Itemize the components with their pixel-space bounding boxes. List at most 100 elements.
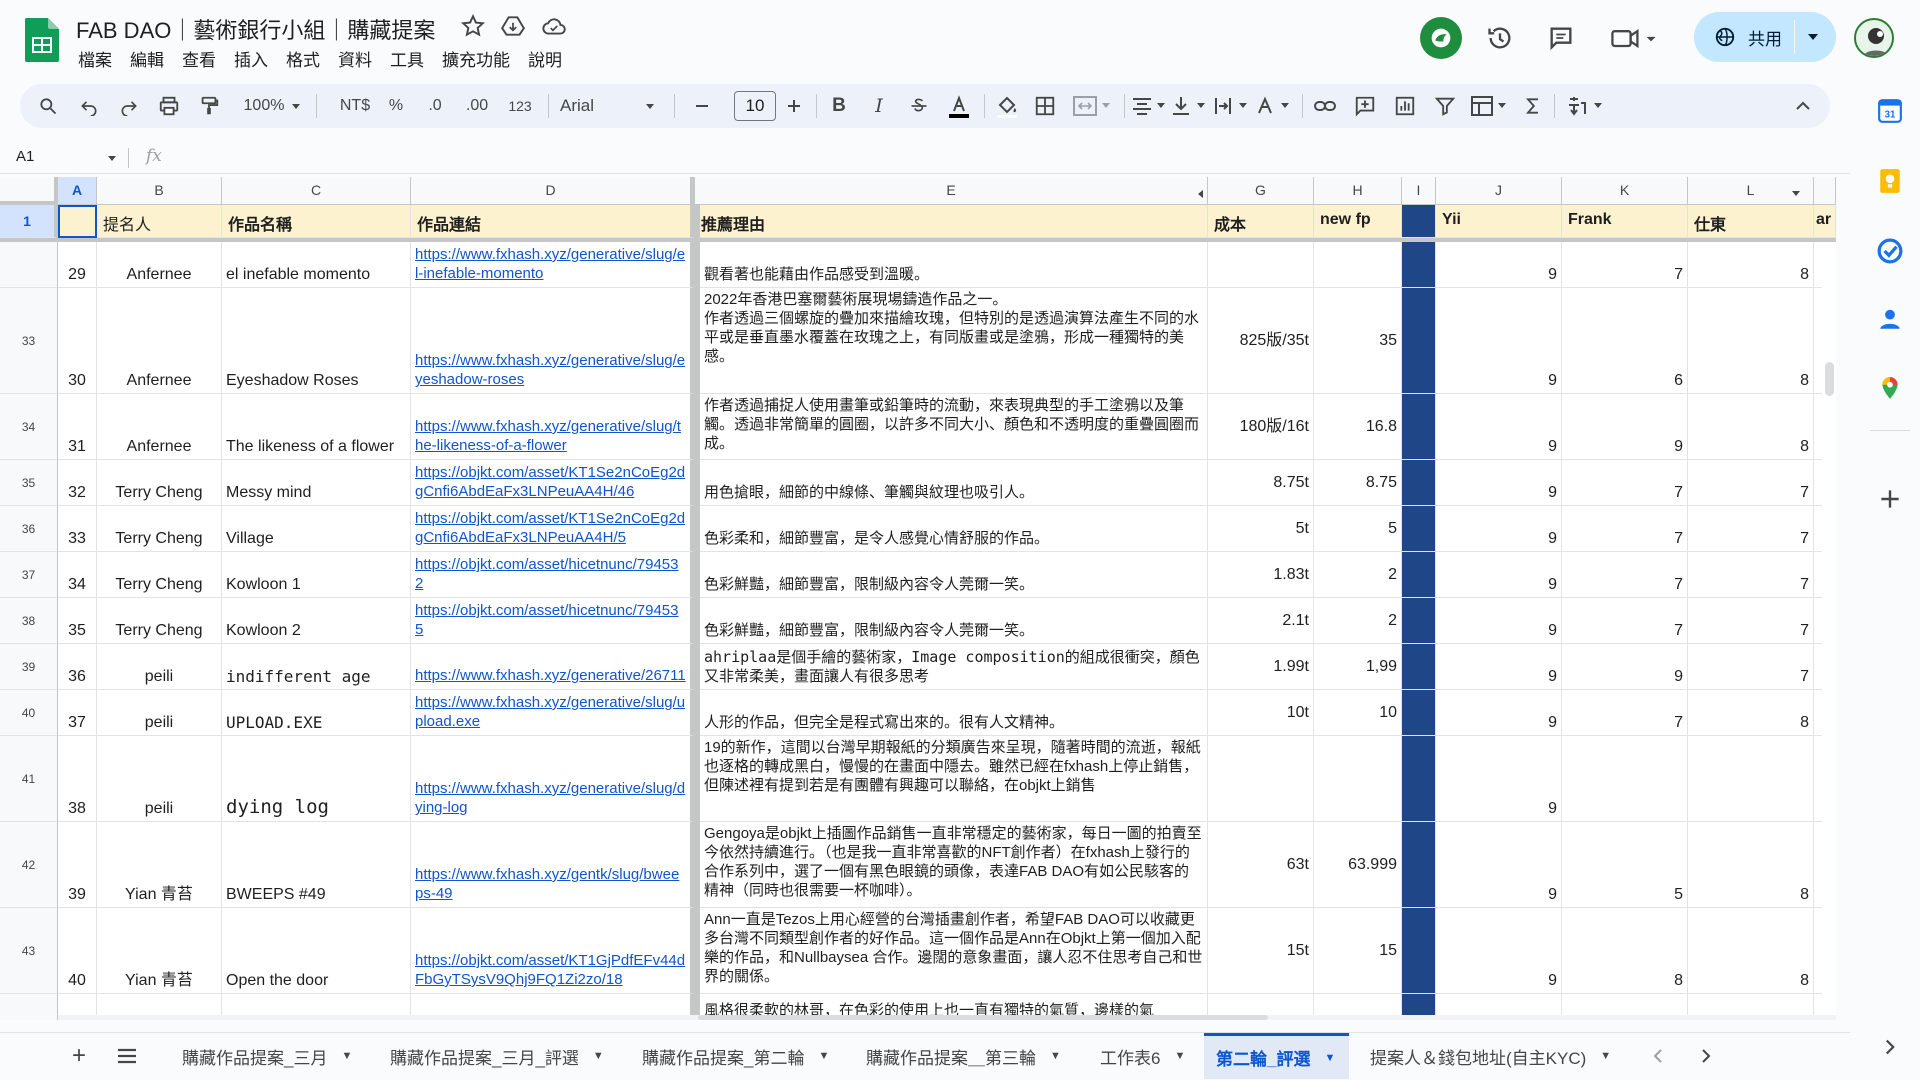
sheet-tab-caret-icon[interactable]: ▼ bbox=[1600, 1050, 1611, 1062]
header-recommendation[interactable]: 推薦理由 bbox=[695, 205, 1208, 238]
filter-views-icon[interactable] bbox=[1468, 91, 1514, 121]
name-box[interactable]: A1 bbox=[16, 148, 34, 165]
cell-artwork-link[interactable]: https://objkt.com/asset/KT1GjPdfEFv44dFb… bbox=[411, 908, 695, 994]
cell-column-i[interactable] bbox=[1402, 242, 1436, 288]
cell-score-shidong[interactable]: 7 bbox=[1688, 460, 1814, 506]
insert-chart-icon[interactable] bbox=[1392, 91, 1418, 121]
cell-cost[interactable]: 1.99t bbox=[1208, 644, 1314, 690]
row-header[interactable]: 42 bbox=[0, 822, 58, 908]
sheet-tab-caret-icon[interactable]: ▼ bbox=[1324, 1052, 1335, 1064]
contacts-icon[interactable] bbox=[1877, 306, 1903, 332]
insert-comment-icon[interactable] bbox=[1352, 91, 1378, 121]
cell-cost[interactable]: 8.75t bbox=[1208, 460, 1314, 506]
frozen-columns-divider[interactable] bbox=[695, 205, 700, 1020]
cell-cost[interactable]: 63t bbox=[1208, 822, 1314, 908]
cell-artwork-link[interactable]: https://www.fxhash.xyz/generative/26711 bbox=[411, 644, 695, 690]
row-header[interactable]: 37 bbox=[0, 552, 58, 598]
cell-new-fp[interactable]: 8.75 bbox=[1314, 460, 1402, 506]
cell-cost[interactable]: 5t bbox=[1208, 506, 1314, 552]
undo-icon[interactable] bbox=[76, 91, 102, 121]
cell-artwork-name[interactable]: el inefable momento bbox=[222, 242, 411, 288]
cell-score-shidong[interactable]: 7 bbox=[1688, 506, 1814, 552]
cell-artwork-link-value[interactable]: https://www.fxhash.xyz/generative/slug/e… bbox=[415, 245, 686, 283]
row-header[interactable]: 41 bbox=[0, 736, 58, 822]
name-box-dropdown-icon[interactable] bbox=[106, 154, 118, 164]
cell-index[interactable]: 31 bbox=[58, 394, 97, 460]
cell-score-frank[interactable]: 8 bbox=[1562, 908, 1688, 994]
cell-cost[interactable] bbox=[1208, 736, 1314, 822]
sheet-tab-round-two[interactable]: 購藏作品提案_第二輪 ▼ bbox=[642, 1033, 829, 1079]
cell-nominator[interactable]: Terry Cheng bbox=[97, 506, 222, 552]
cell-index[interactable]: 38 bbox=[58, 736, 97, 822]
cell-score-frank[interactable]: 7 bbox=[1562, 690, 1688, 736]
cell-artwork-name[interactable]: dying log bbox=[222, 736, 411, 822]
cell-cost[interactable]: 2.1t bbox=[1208, 598, 1314, 644]
print-icon[interactable] bbox=[156, 91, 182, 121]
header-artwork-link[interactable]: 作品連結 bbox=[411, 205, 695, 238]
cell-column-i[interactable] bbox=[1402, 394, 1436, 460]
cell-artwork-name[interactable]: Kowloon 2 bbox=[222, 598, 411, 644]
cell-column-i[interactable] bbox=[1402, 552, 1436, 598]
cell-new-fp[interactable]: 63.999 bbox=[1314, 822, 1402, 908]
cell-artwork-name[interactable]: Village bbox=[222, 506, 411, 552]
tasks-icon[interactable] bbox=[1877, 238, 1903, 264]
decrease-font-size-icon[interactable] bbox=[690, 91, 714, 121]
zoom-dropdown-icon[interactable] bbox=[288, 91, 304, 121]
vertical-scrollbar-thumb[interactable] bbox=[1825, 362, 1834, 396]
cell-artwork-name[interactable]: BWEEPS #49 bbox=[222, 822, 411, 908]
active-cell-a1[interactable] bbox=[58, 205, 97, 238]
cell-score-shidong[interactable]: 8 bbox=[1688, 242, 1814, 288]
cell-artwork-link-value[interactable]: https://objkt.com/asset/KT1Se2nCoEg2dgCn… bbox=[415, 509, 686, 547]
sheet-tab-caret-icon[interactable]: ▼ bbox=[1174, 1050, 1185, 1062]
cell-score-frank[interactable]: 7 bbox=[1562, 242, 1688, 288]
input-tools-icon[interactable] bbox=[1564, 91, 1610, 121]
cell-artwork-name[interactable]: Messy mind bbox=[222, 460, 411, 506]
italic-icon[interactable]: I bbox=[866, 91, 892, 121]
cell-recommendation[interactable]: 色彩鮮豔，細節豐富，限制級內容令人莞爾一笑。 bbox=[700, 552, 1208, 598]
cell-artwork-link-value[interactable]: https://www.fxhash.xyz/generative/slug/d… bbox=[415, 779, 686, 817]
sheet-tab-march-review[interactable]: 購藏作品提案_三月_評選 ▼ bbox=[390, 1033, 604, 1079]
cell-new-fp[interactable]: 2 bbox=[1314, 552, 1402, 598]
header-artwork-name[interactable]: 作品名稱 bbox=[222, 205, 411, 238]
cell-artwork-name[interactable]: Kowloon 1 bbox=[222, 552, 411, 598]
cell-artwork-link[interactable]: https://www.fxhash.xyz/gentk/slug/bweeps… bbox=[411, 822, 695, 908]
cell-artwork-link-value[interactable]: https://www.fxhash.xyz/generative/slug/u… bbox=[415, 693, 686, 731]
maps-icon[interactable] bbox=[1877, 375, 1903, 401]
cell-recommendation[interactable]: 作者透過捕捉人使用畫筆或鉛筆時的流動，來表現典型的手工塗鴉以及筆觸。透過非常簡單… bbox=[700, 394, 1208, 460]
share-dropdown-icon[interactable] bbox=[1806, 30, 1820, 44]
row-header[interactable]: 38 bbox=[0, 598, 58, 644]
cell-index[interactable]: 39 bbox=[58, 822, 97, 908]
cell-artwork-name[interactable]: The likeness of a flower bbox=[222, 394, 411, 460]
redo-icon[interactable] bbox=[116, 91, 142, 121]
cell-score-frank[interactable]: 7 bbox=[1562, 552, 1688, 598]
cell-artwork-link[interactable]: https://www.fxhash.xyz/generative/slug/d… bbox=[411, 736, 695, 822]
cell-index[interactable]: 35 bbox=[58, 598, 97, 644]
comments-icon[interactable] bbox=[1541, 18, 1581, 58]
cell-score-yii[interactable]: 9 bbox=[1436, 598, 1562, 644]
cell-score-frank[interactable]: 6 bbox=[1562, 288, 1688, 394]
column-header-g[interactable]: G bbox=[1208, 177, 1314, 205]
sheet-tab-march[interactable]: 購藏作品提案_三月 ▼ bbox=[182, 1033, 352, 1079]
paint-format-icon[interactable] bbox=[196, 91, 222, 121]
header-nominator[interactable]: 提名人 bbox=[97, 205, 222, 238]
add-sheet-icon[interactable]: + bbox=[64, 1033, 94, 1079]
menu-view[interactable]: 查看 bbox=[182, 46, 216, 71]
cell-artwork-name[interactable]: Open the door bbox=[222, 908, 411, 994]
version-history-icon[interactable] bbox=[1480, 18, 1520, 58]
cell-score-shidong[interactable]: 8 bbox=[1688, 690, 1814, 736]
row-header[interactable]: 36 bbox=[0, 506, 58, 552]
cell-artwork-link[interactable]: https://objkt.com/asset/hicetnunc/794535 bbox=[411, 598, 695, 644]
cell-score-yii[interactable]: 9 bbox=[1436, 736, 1562, 822]
more-formats-button[interactable]: 123 bbox=[504, 91, 536, 121]
font-dropdown-icon[interactable] bbox=[642, 91, 658, 121]
cell-nominator[interactable]: Terry Cheng bbox=[97, 552, 222, 598]
cell-nominator[interactable]: peili bbox=[97, 644, 222, 690]
decrease-decimal-button[interactable]: .0 bbox=[420, 91, 450, 121]
text-wrapping-icon[interactable] bbox=[1212, 91, 1254, 121]
cell-nominator[interactable]: Yian 青苔 bbox=[97, 908, 222, 994]
cell-artwork-link-value[interactable]: https://objkt.com/asset/KT1Se2nCoEg2dgCn… bbox=[415, 463, 686, 501]
meet-presence-button[interactable] bbox=[1420, 17, 1462, 59]
cell-score-frank[interactable]: 7 bbox=[1562, 460, 1688, 506]
column-header-j[interactable]: J bbox=[1436, 177, 1562, 205]
sheet-tab-sheet6[interactable]: 工作表6 ▼ bbox=[1100, 1033, 1185, 1079]
